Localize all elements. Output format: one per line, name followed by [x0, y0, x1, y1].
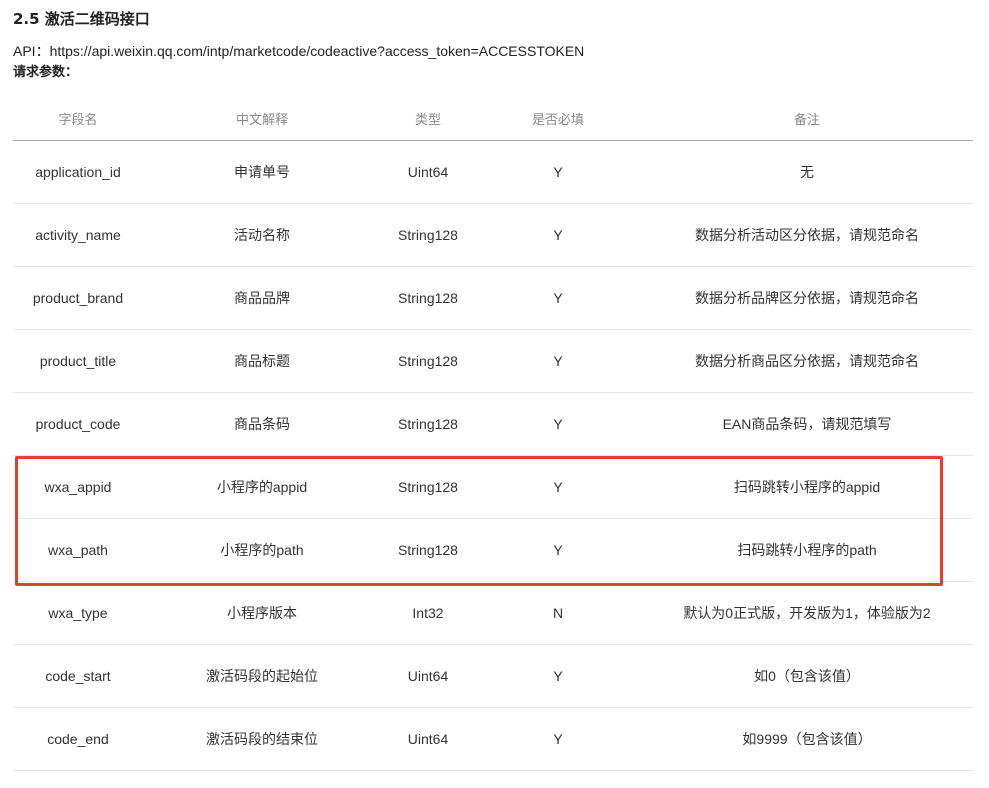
cell-required: Y [475, 392, 641, 456]
header-remark: 备注 [641, 97, 973, 141]
table-row: code_start 激活码段的起始位 Uint64 Y 如0（包含该值） [13, 644, 973, 708]
header-field-name: 字段名 [13, 97, 143, 141]
table-row: code_end 激活码段的结束位 Uint64 Y 如9999（包含该值） [13, 707, 973, 771]
cell-field-name: wxa_appid [13, 455, 143, 519]
cell-chinese-desc: 小程序的path [143, 518, 381, 582]
cell-field-name: wxa_type [13, 581, 143, 645]
cell-remark: 如9999（包含该值） [641, 707, 973, 771]
cell-field-name: product_code [13, 392, 143, 456]
table-row-highlighted: wxa_path 小程序的path String128 Y 扫码跳转小程序的pa… [13, 518, 973, 582]
table-row-highlighted: wxa_appid 小程序的appid String128 Y 扫码跳转小程序的… [13, 455, 973, 519]
cell-field-name: activity_name [13, 203, 143, 267]
cell-required: Y [475, 518, 641, 582]
cell-remark: 无 [641, 140, 973, 204]
cell-field-name: product_brand [13, 266, 143, 330]
cell-required: Y [475, 707, 641, 771]
cell-type: Int32 [381, 581, 475, 645]
cell-type: String128 [381, 266, 475, 330]
cell-type: String128 [381, 518, 475, 582]
cell-required: Y [475, 203, 641, 267]
cell-field-name: code_start [13, 644, 143, 708]
cell-required: Y [475, 140, 641, 204]
cell-remark: 数据分析商品区分依据，请规范命名 [641, 329, 973, 393]
table-row: product_code 商品条码 String128 Y EAN商品条码，请规… [13, 392, 973, 456]
cell-chinese-desc: 商品品牌 [143, 266, 381, 330]
header-type: 类型 [381, 97, 475, 141]
cell-type: String128 [381, 392, 475, 456]
cell-remark: 数据分析活动区分依据，请规范命名 [641, 203, 973, 267]
table-header-row: 字段名 中文解释 类型 是否必填 备注 [13, 97, 973, 141]
cell-required: Y [475, 455, 641, 519]
cell-remark: 扫码跳转小程序的path [641, 518, 973, 582]
cell-required: N [475, 581, 641, 645]
table-row: application_id 申请单号 Uint64 Y 无 [13, 140, 973, 204]
cell-chinese-desc: 激活码段的结束位 [143, 707, 381, 771]
cell-chinese-desc: 申请单号 [143, 140, 381, 204]
table-row: wxa_type 小程序版本 Int32 N 默认为0正式版，开发版为1，体验版… [13, 581, 973, 645]
table-row: product_brand 商品品牌 String128 Y 数据分析品牌区分依… [13, 266, 973, 330]
cell-type: String128 [381, 329, 475, 393]
table-row: product_title 商品标题 String128 Y 数据分析商品区分依… [13, 329, 973, 393]
cell-field-name: product_title [13, 329, 143, 393]
cell-field-name: application_id [13, 140, 143, 204]
cell-type: Uint64 [381, 140, 475, 204]
cell-required: Y [475, 329, 641, 393]
cell-remark: 默认为0正式版，开发版为1，体验版为2 [641, 581, 973, 645]
section-title: 2.5 激活二维码接口 [13, 10, 150, 28]
cell-remark: 如0（包含该值） [641, 644, 973, 708]
cell-chinese-desc: 激活码段的起始位 [143, 644, 381, 708]
cell-chinese-desc: 商品条码 [143, 392, 381, 456]
header-chinese-desc: 中文解释 [143, 97, 381, 141]
request-params-label: 请求参数： [13, 65, 79, 80]
cell-chinese-desc: 小程序版本 [143, 581, 381, 645]
request-params-table: 字段名 中文解释 类型 是否必填 备注 application_id 申请单号 … [13, 97, 973, 771]
cell-chinese-desc: 商品标题 [143, 329, 381, 393]
cell-field-name: code_end [13, 707, 143, 771]
cell-chinese-desc: 活动名称 [143, 203, 381, 267]
table-row: activity_name 活动名称 String128 Y 数据分析活动区分依… [13, 203, 973, 267]
cell-required: Y [475, 644, 641, 708]
cell-remark: EAN商品条码，请规范填写 [641, 392, 973, 456]
cell-type: Uint64 [381, 644, 475, 708]
api-endpoint: API：https://api.weixin.qq.com/intp/marke… [13, 43, 585, 59]
cell-remark: 扫码跳转小程序的appid [641, 455, 973, 519]
cell-required: Y [475, 266, 641, 330]
cell-type: String128 [381, 455, 475, 519]
cell-field-name: wxa_path [13, 518, 143, 582]
cell-remark: 数据分析品牌区分依据，请规范命名 [641, 266, 973, 330]
cell-type: String128 [381, 203, 475, 267]
cell-type: Uint64 [381, 707, 475, 771]
cell-chinese-desc: 小程序的appid [143, 455, 381, 519]
header-required: 是否必填 [475, 97, 641, 141]
